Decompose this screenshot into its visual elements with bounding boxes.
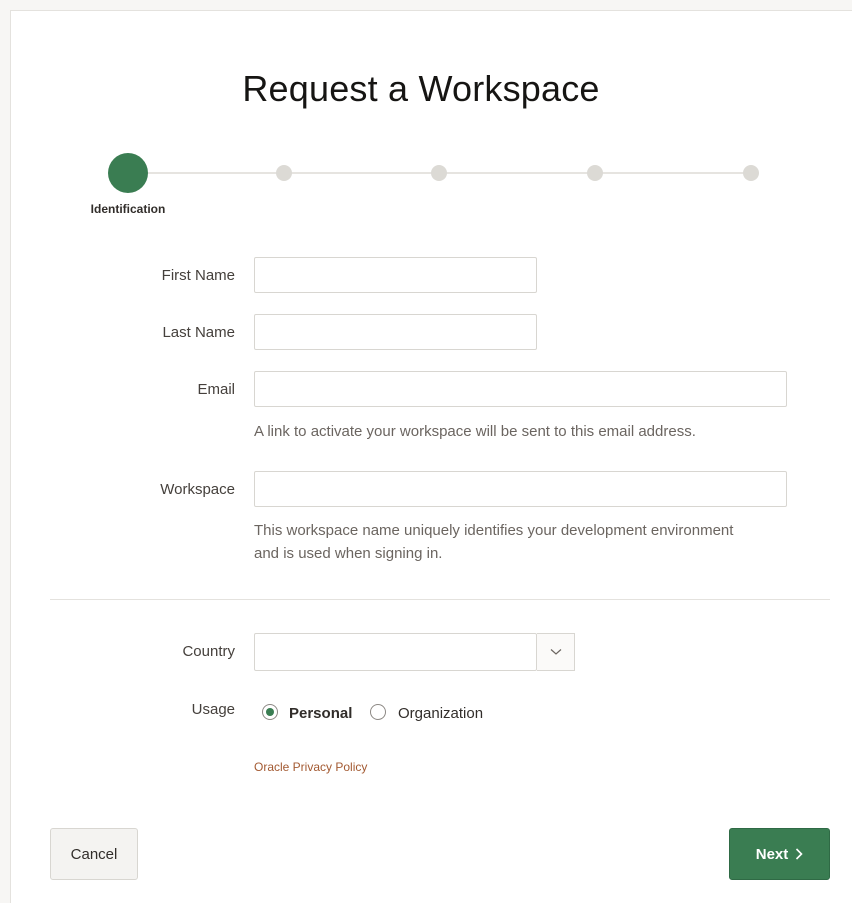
workspace-help-text: This workspace name uniquely identifies … xyxy=(254,519,810,565)
workspace-label: Workspace xyxy=(160,481,235,498)
progress-step-3 xyxy=(431,165,447,181)
country-select-input[interactable] xyxy=(254,633,537,671)
email-help-text: A link to activate your workspace will b… xyxy=(254,423,696,440)
email-label: Email xyxy=(197,381,235,398)
usage-radio-personal[interactable] xyxy=(262,704,278,720)
usage-radio-organization[interactable] xyxy=(370,704,386,720)
progress-step-2 xyxy=(276,165,292,181)
page-title: Request a Workspace xyxy=(242,68,600,109)
workspace-input[interactable] xyxy=(254,471,787,507)
email-input[interactable] xyxy=(254,371,787,407)
first-name-input[interactable] xyxy=(254,257,537,293)
country-dropdown-button[interactable] xyxy=(537,633,575,671)
chevron-right-icon xyxy=(796,848,803,860)
cancel-button[interactable]: Cancel xyxy=(50,828,138,880)
usage-organization-label[interactable]: Organization xyxy=(398,705,483,722)
workspace-help-line-2: and is used when signing in. xyxy=(254,545,443,562)
progress-step-1 xyxy=(108,153,148,193)
request-workspace-dialog xyxy=(10,10,852,903)
usage-label: Usage xyxy=(191,701,235,718)
chevron-down-icon xyxy=(550,649,561,655)
last-name-input[interactable] xyxy=(254,314,537,350)
usage-personal-label[interactable]: Personal xyxy=(289,705,352,722)
last-name-label: Last Name xyxy=(162,324,235,341)
section-divider xyxy=(50,599,830,600)
workspace-help-line-1: This workspace name uniquely identifies … xyxy=(254,522,734,539)
progress-step-4 xyxy=(587,165,603,181)
progress-step-1-label: Identification xyxy=(90,202,166,216)
privacy-policy-link[interactable]: Oracle Privacy Policy xyxy=(254,760,367,774)
progress-step-5 xyxy=(743,165,759,181)
country-label: Country xyxy=(182,643,235,660)
next-button[interactable]: Next xyxy=(729,828,830,880)
next-button-label: Next xyxy=(755,845,789,863)
first-name-label: First Name xyxy=(161,267,235,284)
